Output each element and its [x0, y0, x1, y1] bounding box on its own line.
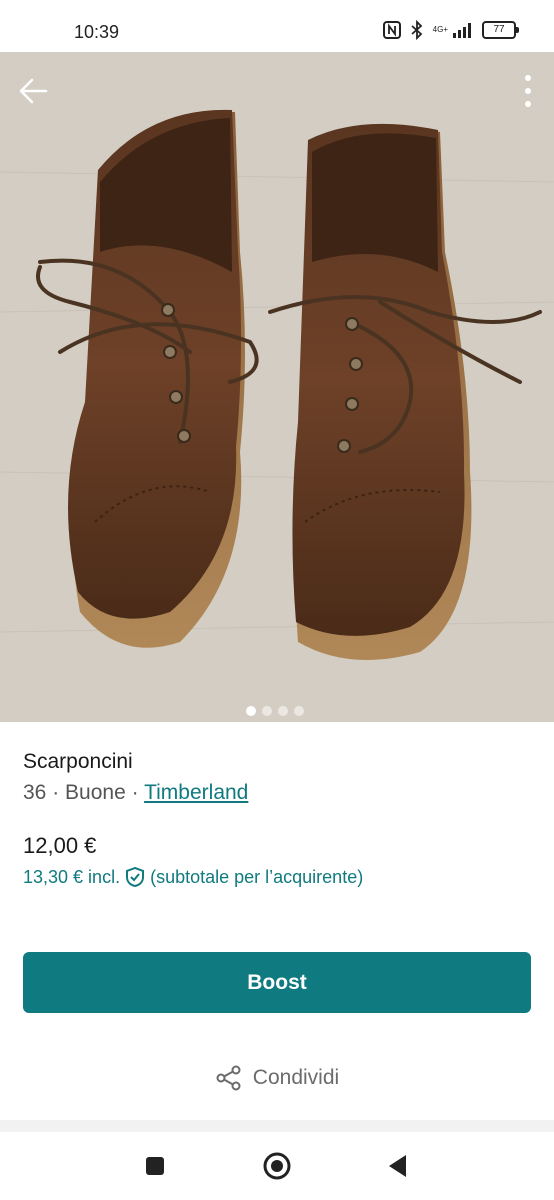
total-note: (subtotale per l’acquirente) [150, 866, 364, 887]
brand-link[interactable]: Timberland [144, 781, 248, 804]
photo-pagination [246, 706, 304, 716]
meta-separator: · [131, 781, 139, 804]
section-divider [0, 1120, 554, 1132]
signal-icon [453, 23, 471, 38]
page-dot[interactable] [294, 706, 304, 716]
product-photo[interactable] [0, 52, 554, 722]
status-bar: 10:39 4G+ 77 [0, 0, 554, 50]
battery-icon: 77 [482, 21, 519, 39]
item-meta: 36 · Buone · Timberland [23, 781, 248, 805]
bluetooth-icon [411, 20, 422, 40]
meta-separator: · [52, 781, 60, 804]
item-condition: Buone [65, 781, 126, 804]
page-dot[interactable] [262, 706, 272, 716]
item-size: 36 [23, 781, 47, 804]
nav-home-icon[interactable] [261, 1152, 293, 1180]
boost-button[interactable]: Boost [23, 952, 531, 1013]
more-vertical-icon[interactable] [518, 72, 538, 110]
item-title: Scarponcini [23, 750, 133, 773]
status-icons: 4G+ 77 [382, 20, 519, 40]
nfc-icon [382, 21, 401, 39]
buyer-total[interactable]: 13,30 € incl. (subtotale per l’acquirent… [23, 866, 363, 888]
nav-square-icon[interactable] [145, 1152, 167, 1180]
shield-check-icon [126, 866, 145, 888]
page-dot[interactable] [246, 706, 256, 716]
share-icon [216, 1065, 241, 1091]
network-label: 4G+ [432, 25, 448, 34]
nav-back-icon[interactable] [386, 1152, 410, 1180]
system-nav-bar [0, 1132, 554, 1200]
status-time: 10:39 [74, 22, 120, 42]
share-button[interactable]: Condividi [0, 1064, 554, 1092]
page-dot[interactable] [278, 706, 288, 716]
item-price: 12,00 € [23, 833, 97, 858]
total-price: 13,30 € incl. [23, 866, 121, 887]
back-arrow-icon[interactable] [16, 74, 50, 108]
shoes-image [0, 52, 554, 722]
share-label: Condividi [252, 1066, 340, 1089]
